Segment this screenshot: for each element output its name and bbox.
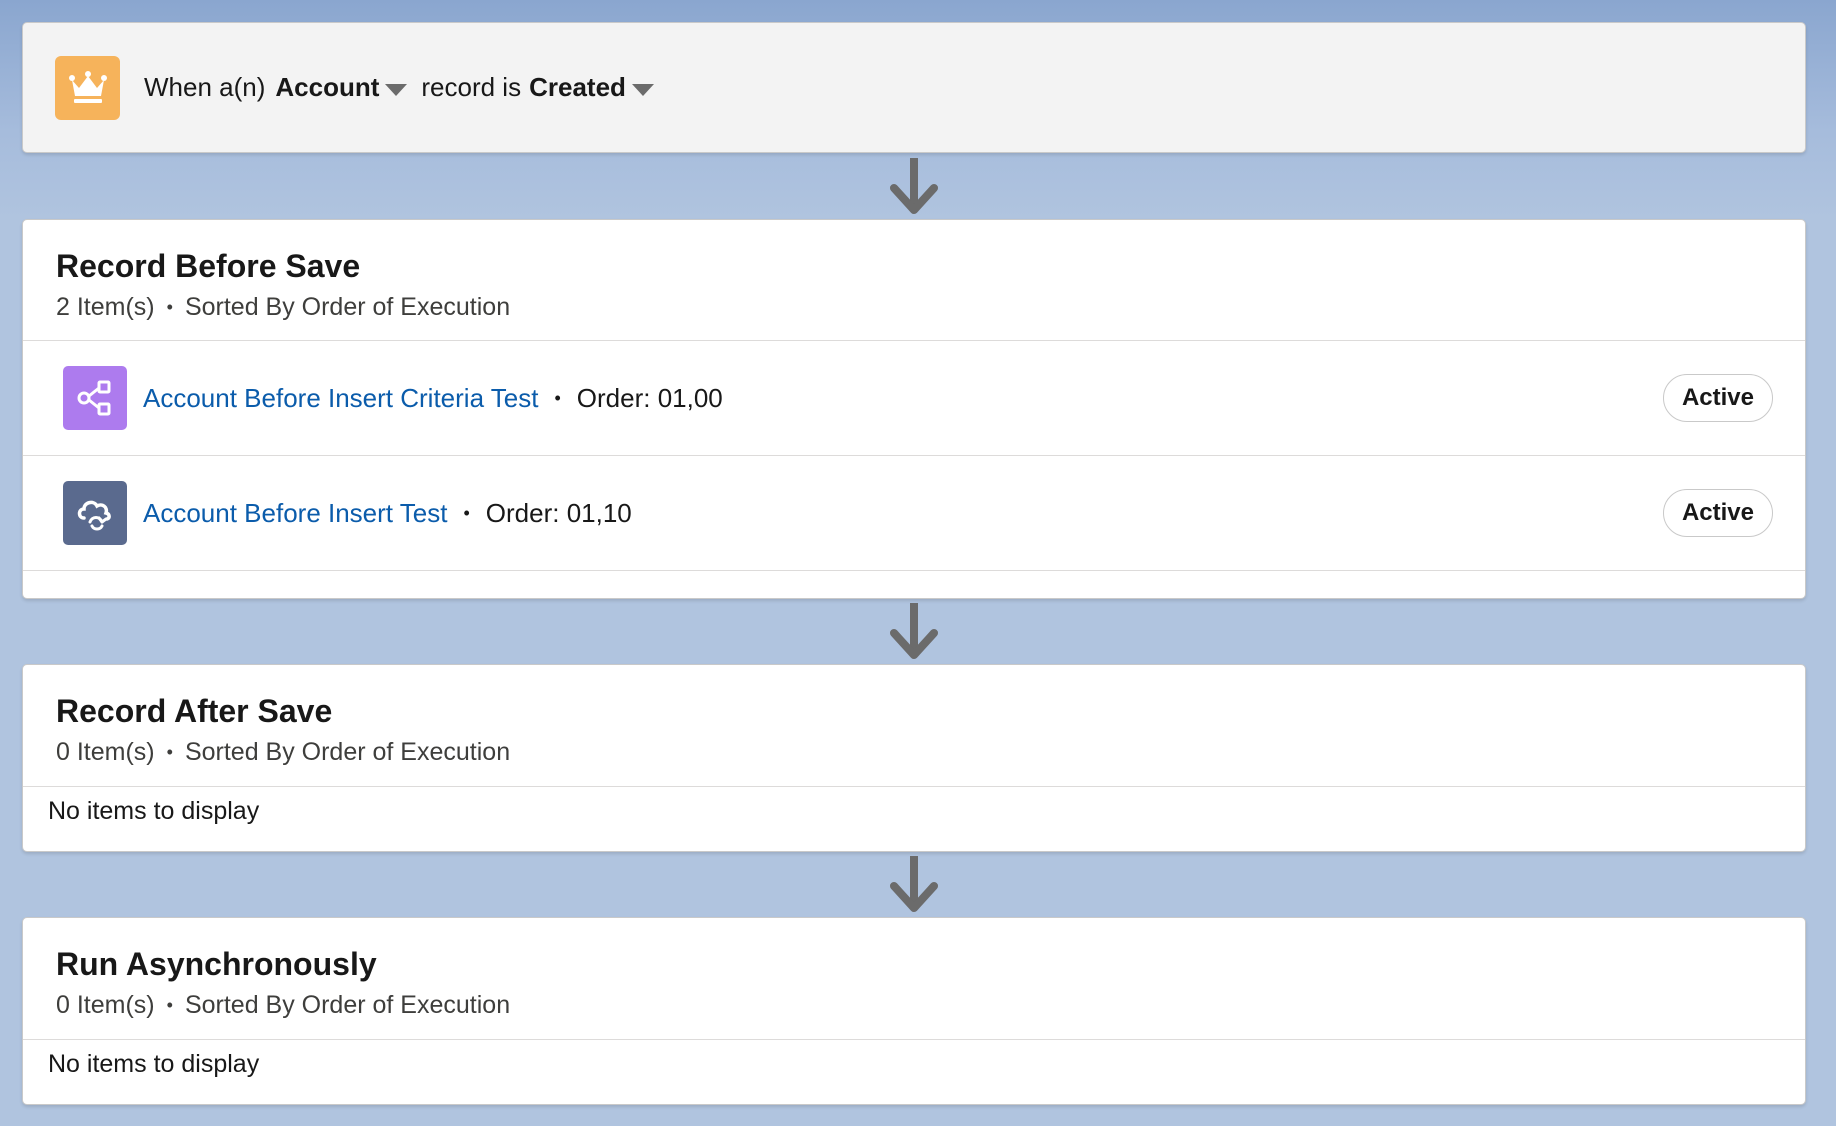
separator-dot: • [166, 297, 173, 317]
sort-label: Sorted By Order of Execution [184, 991, 511, 1019]
section-title: Record After Save [56, 693, 333, 729]
list-item: Account Before Insert Test • Order: 01,1… [23, 456, 1805, 571]
crown-icon [55, 55, 120, 120]
item-count: 0 Item(s) [56, 991, 155, 1019]
separator-dot: • [554, 387, 561, 408]
sort-label: Sorted By Order of Execution [184, 293, 511, 321]
item-link[interactable]: Account Before Insert Criteria Test [143, 383, 538, 414]
separator-dot: • [166, 995, 173, 1015]
arrow-down-icon [890, 158, 938, 214]
arrow-down-icon [890, 603, 938, 659]
chevron-down-icon[interactable] [631, 83, 654, 96]
status-badge: Active [1662, 489, 1773, 537]
flow-icon [63, 366, 127, 430]
section-header: Record After Save 0 Item(s) • Sorted By … [23, 665, 1805, 786]
item-order: Order: 01,00 [576, 382, 723, 413]
arrow-down-icon [890, 856, 938, 912]
separator-dot: • [166, 742, 173, 762]
object-select[interactable]: Account [275, 72, 379, 103]
section-header: Record Before Save 2 Item(s) • Sorted By… [23, 220, 1805, 340]
section-meta: 2 Item(s) • Sorted By Order of Execution [56, 293, 1805, 322]
section-record-before-save: Record Before Save 2 Item(s) • Sorted By… [22, 219, 1806, 599]
cloud-refresh-icon [63, 481, 127, 545]
section-title: Record Before Save [56, 248, 361, 284]
chevron-down-icon[interactable] [385, 83, 408, 96]
trigger-card: When a(n) Account record is Created [22, 22, 1806, 153]
item-count: 2 Item(s) [56, 293, 155, 321]
status-badge: Active [1662, 374, 1773, 422]
section-meta: 0 Item(s) • Sorted By Order of Execution [56, 991, 1805, 1020]
item-order: Order: 01,10 [485, 497, 632, 528]
separator-dot: • [463, 502, 470, 523]
section-meta: 0 Item(s) • Sorted By Order of Execution [56, 738, 1805, 767]
section-header: Run Asynchronously 0 Item(s) • Sorted By… [23, 918, 1805, 1039]
event-select[interactable]: Created [529, 72, 626, 103]
list-item: Account Before Insert Criteria Test • Or… [23, 341, 1805, 456]
item-count: 0 Item(s) [56, 738, 155, 766]
empty-message: No items to display [48, 1050, 260, 1078]
section-record-after-save: Record After Save 0 Item(s) • Sorted By … [22, 664, 1806, 852]
section-run-asynchronously: Run Asynchronously 0 Item(s) • Sorted By… [22, 917, 1806, 1105]
section-title: Run Asynchronously [56, 946, 377, 982]
trigger-middle: record is [421, 72, 522, 102]
sort-label: Sorted By Order of Execution [184, 738, 511, 766]
empty-message: No items to display [48, 797, 260, 825]
item-link[interactable]: Account Before Insert Test [143, 498, 447, 529]
trigger-prefix: When a(n) [144, 72, 266, 102]
trigger-statement: When a(n) Account record is Created [144, 72, 654, 103]
